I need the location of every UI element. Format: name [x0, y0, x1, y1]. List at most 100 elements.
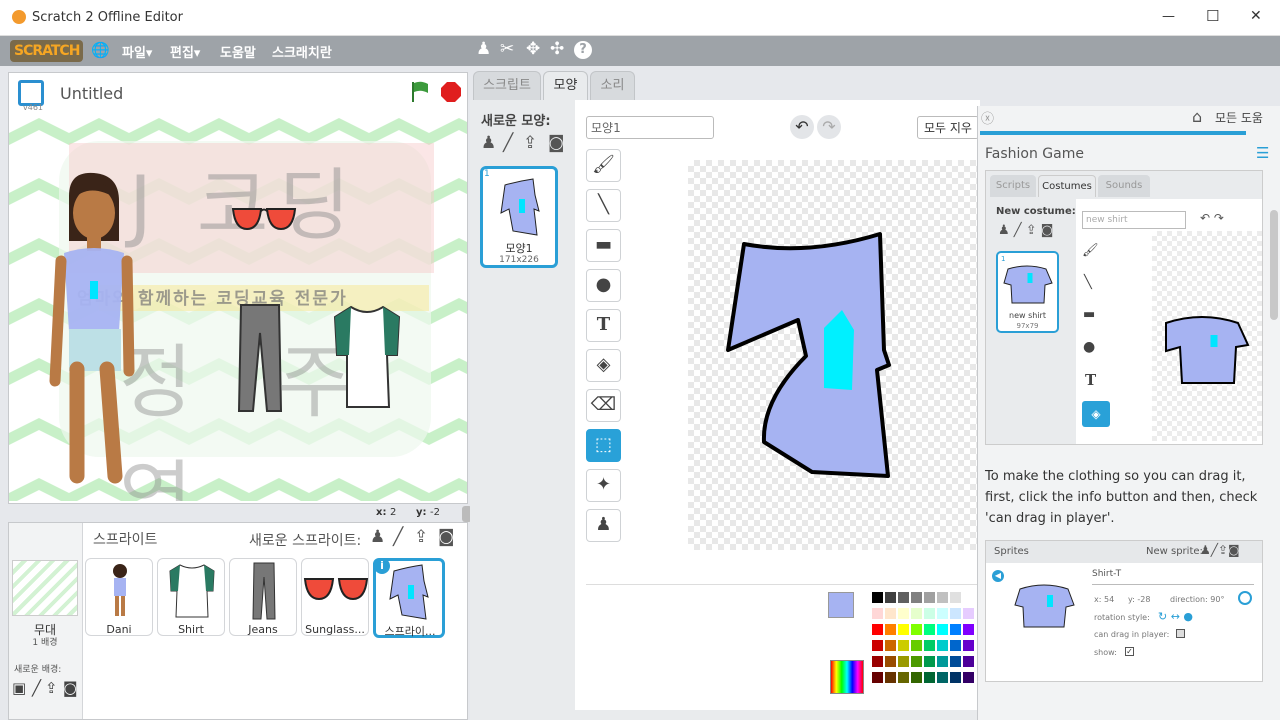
clear-button[interactable]: 모두 지우 — [917, 116, 979, 139]
rectangle-tool-icon[interactable]: ▬ — [586, 229, 621, 262]
text-tool-icon[interactable]: T — [586, 309, 621, 342]
palette-swatch[interactable] — [950, 624, 961, 635]
primary-color-swatch[interactable] — [828, 592, 854, 618]
palette-swatch[interactable] — [924, 640, 935, 651]
palette-swatch[interactable] — [950, 656, 961, 667]
sunglasses-sprite[interactable] — [231, 205, 297, 233]
costume-library-icon[interactable]: ♟ — [481, 133, 496, 153]
palette-swatch[interactable] — [963, 672, 974, 683]
upload-backdrop-icon[interactable]: ⇪ — [45, 679, 58, 697]
camera-sprite-icon[interactable]: ◙ — [438, 527, 455, 547]
palette-swatch[interactable] — [924, 592, 935, 603]
shrink-tool-icon[interactable]: ✣ — [550, 39, 564, 59]
palette-swatch[interactable] — [911, 608, 922, 619]
palette-swatch[interactable] — [937, 672, 948, 683]
jeans-sprite[interactable] — [235, 303, 285, 415]
tab-costumes[interactable]: 모양 — [543, 71, 588, 101]
globe-icon[interactable]: 🌐 — [91, 41, 110, 59]
sprite-library-icon[interactable]: ♟ — [370, 527, 385, 547]
palette-swatch[interactable] — [911, 640, 922, 651]
palette-swatch[interactable] — [885, 672, 896, 683]
maximize-button[interactable]: ☐ — [1206, 7, 1219, 25]
menu-help[interactable]: 도움말 — [220, 42, 256, 61]
menu-file[interactable]: 파일▾ — [122, 42, 152, 61]
menu-edit[interactable]: 편집▾ — [170, 42, 200, 61]
palette-swatch[interactable] — [885, 608, 896, 619]
paint-new-sprite-icon[interactable]: ╱ — [393, 527, 403, 547]
undo-icon[interactable]: ↶ — [790, 115, 814, 139]
help-home-label[interactable]: 모든 도움 — [1215, 109, 1263, 126]
shirt-sprite[interactable] — [331, 303, 403, 413]
palette-swatch[interactable] — [872, 624, 883, 635]
palette-swatch[interactable] — [872, 608, 883, 619]
palette-swatch[interactable] — [924, 608, 935, 619]
help-home-icon[interactable]: ⌂ — [1192, 107, 1202, 126]
palette-swatch[interactable] — [950, 640, 961, 651]
palette-swatch[interactable] — [924, 672, 935, 683]
block-help-icon[interactable]: ? — [574, 41, 592, 59]
tab-scripts[interactable]: 스크립트 — [473, 71, 541, 101]
palette-swatch[interactable] — [937, 656, 948, 667]
palette-swatch[interactable] — [963, 592, 974, 603]
palette-swatch[interactable] — [950, 592, 961, 603]
palette-swatch[interactable] — [937, 624, 948, 635]
green-flag-icon[interactable] — [408, 80, 432, 104]
palette-swatch[interactable] — [872, 592, 883, 603]
close-button[interactable]: ✕ — [1250, 8, 1262, 24]
palette-swatch[interactable] — [950, 608, 961, 619]
palette-swatch[interactable] — [963, 608, 974, 619]
tab-sounds[interactable]: 소리 — [590, 71, 635, 101]
palette-swatch[interactable] — [872, 640, 883, 651]
sprite-info-icon[interactable]: i — [374, 558, 390, 574]
palette-swatch[interactable] — [872, 656, 883, 667]
grow-tool-icon[interactable]: ✥ — [526, 39, 540, 59]
palette-swatch[interactable] — [937, 592, 948, 603]
backdrop-library-icon[interactable]: ▣ — [12, 679, 26, 697]
fill-tool-icon[interactable]: ◈ — [586, 349, 621, 382]
palette-swatch[interactable] — [898, 592, 909, 603]
scratch-logo[interactable]: SCRATCH — [10, 40, 84, 62]
delete-tool-icon[interactable]: ✂ — [500, 39, 514, 59]
palette-swatch[interactable] — [924, 624, 935, 635]
stage-thumbnail[interactable] — [12, 560, 78, 616]
camera-costume-icon[interactable]: ◙ — [548, 133, 565, 153]
minimize-button[interactable]: — — [1162, 9, 1175, 24]
camera-backdrop-icon[interactable]: ◙ — [63, 679, 78, 697]
menu-about[interactable]: 스크래치란 — [272, 42, 332, 61]
palette-swatch[interactable] — [937, 608, 948, 619]
palette-swatch[interactable] — [898, 640, 909, 651]
palette-swatch[interactable] — [872, 672, 883, 683]
palette-swatch[interactable] — [885, 592, 896, 603]
color-palette-grid[interactable] — [872, 592, 978, 692]
project-title[interactable]: Untitled — [60, 84, 123, 103]
eraser-tool-icon[interactable]: ⌫ — [586, 389, 621, 422]
palette-swatch[interactable] — [937, 640, 948, 651]
palette-swatch[interactable] — [885, 656, 896, 667]
color-picker-spectrum[interactable] — [830, 660, 864, 694]
palette-swatch[interactable] — [911, 592, 922, 603]
brush-tool-icon[interactable]: 🖌 — [586, 149, 621, 182]
line-tool-icon[interactable]: ╲ — [586, 189, 621, 222]
upload-costume-icon[interactable]: ⇪ — [523, 133, 537, 153]
palette-swatch[interactable] — [911, 656, 922, 667]
palette-swatch[interactable] — [885, 624, 896, 635]
help-close-icon[interactable]: ⓧ — [981, 108, 994, 127]
stage-canvas[interactable]: J 코딩 엄마와 함께하는 코딩교육 전문가 정 주 영 — [9, 113, 467, 501]
dani-sprite[interactable] — [49, 171, 139, 491]
help-scrollbar[interactable] — [1270, 210, 1278, 320]
paint-backdrop-icon[interactable]: ╱ — [32, 679, 41, 697]
stamp-tool-icon[interactable]: ♟ — [586, 509, 621, 542]
stop-sign-icon[interactable] — [440, 81, 462, 103]
palette-swatch[interactable] — [963, 656, 974, 667]
palette-swatch[interactable] — [924, 656, 935, 667]
help-menu-icon[interactable]: ☰ — [1256, 144, 1269, 162]
palette-swatch[interactable] — [911, 624, 922, 635]
palette-swatch[interactable] — [898, 624, 909, 635]
select-tool-icon[interactable]: ⬚ — [586, 429, 621, 462]
upload-sprite-icon[interactable]: ⇪ — [414, 527, 428, 547]
duplicate-tool-icon[interactable]: ♟ — [476, 39, 491, 59]
paint-canvas[interactable] — [688, 160, 978, 550]
palette-swatch[interactable] — [911, 672, 922, 683]
palette-swatch[interactable] — [963, 640, 974, 651]
costume-name-field[interactable] — [586, 116, 714, 139]
